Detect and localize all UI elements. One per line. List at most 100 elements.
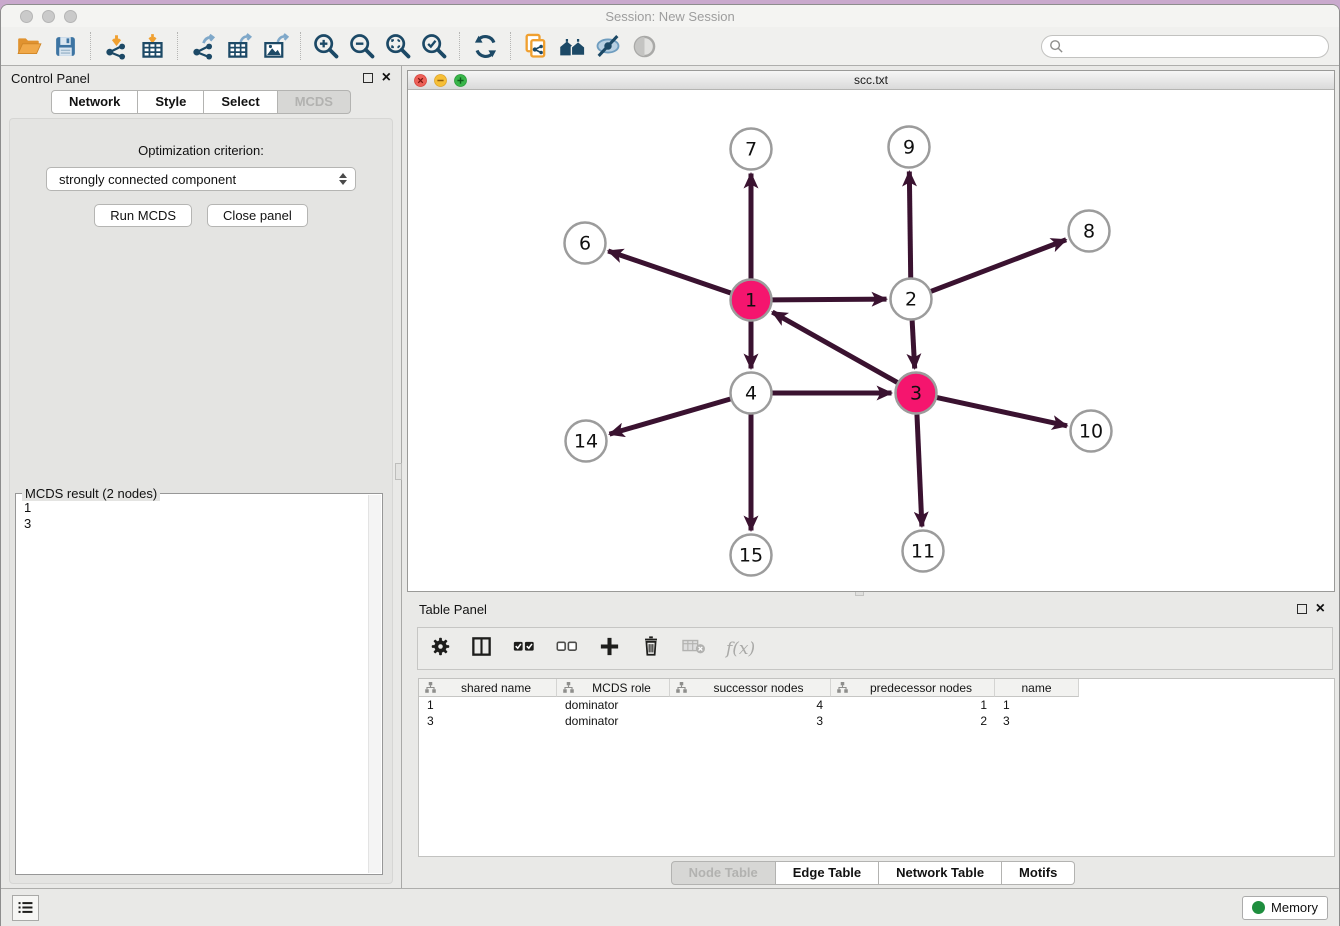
toolbar-separator: [510, 32, 511, 60]
tab-edge-table[interactable]: Edge Table: [776, 861, 879, 885]
table-panel: Table Panel ×: [407, 597, 1339, 888]
gear-icon: [430, 636, 451, 657]
import-table-icon: [139, 33, 166, 60]
zoom-selected-button[interactable]: [416, 30, 452, 62]
graph-edge-3-1[interactable]: [772, 312, 897, 382]
graph-node-label-8: 8: [1083, 221, 1095, 243]
title-bar: Session: New Session: [1, 5, 1339, 27]
float-panel-icon[interactable]: [363, 73, 373, 83]
toolbar-separator: [90, 32, 91, 60]
graph-edge-2-3[interactable]: [912, 320, 915, 368]
table-row[interactable]: 3 dominator 3 2 3: [419, 713, 1334, 729]
import-table-button[interactable]: [134, 30, 170, 62]
tab-select[interactable]: Select: [204, 90, 277, 114]
minimize-window-button[interactable]: [42, 10, 55, 23]
vertical-split-handle[interactable]: [395, 463, 402, 480]
export-network-icon: [190, 33, 217, 60]
export-table-button[interactable]: [221, 30, 257, 62]
cell-mcds-role: dominator: [557, 698, 670, 712]
graph-node-label-2: 2: [905, 289, 917, 311]
node-table: shared name MCDS role successor nodes pr…: [418, 678, 1335, 857]
open-session-button[interactable]: [11, 30, 47, 62]
export-image-button[interactable]: [257, 30, 293, 62]
save-icon: [53, 34, 78, 59]
zoom-fit-button[interactable]: [380, 30, 416, 62]
column-header-successor-nodes[interactable]: successor nodes: [670, 679, 831, 697]
graph-edge-3-11[interactable]: [917, 414, 922, 526]
tab-node-table[interactable]: Node Table: [671, 861, 776, 885]
maximize-view-button[interactable]: [454, 74, 467, 87]
table-options-button[interactable]: [430, 636, 451, 662]
control-panel-tabs: Network Style Select MCDS: [1, 90, 401, 114]
minimize-view-button[interactable]: [434, 74, 447, 87]
graph-node-label-7: 7: [745, 139, 757, 161]
close-window-button[interactable]: [20, 10, 33, 23]
cell-successor-nodes: 3: [670, 714, 831, 728]
window-controls: [20, 10, 77, 23]
select-all-icon: [512, 634, 536, 658]
node-table-header: shared name MCDS role successor nodes pr…: [419, 679, 1334, 697]
tab-mcds[interactable]: MCDS: [278, 90, 351, 114]
search-input[interactable]: [1069, 38, 1321, 55]
graph-edge-3-10[interactable]: [937, 398, 1067, 426]
select-all-button[interactable]: [512, 634, 536, 663]
graph-node-label-11: 11: [911, 541, 935, 563]
columns-icon: [470, 635, 493, 658]
run-mcds-button[interactable]: Run MCDS: [94, 204, 192, 227]
zoom-in-button[interactable]: [308, 30, 344, 62]
deselect-all-button[interactable]: [555, 634, 579, 663]
close-view-button[interactable]: [414, 74, 427, 87]
save-session-button[interactable]: [47, 30, 83, 62]
show-columns-button[interactable]: [470, 635, 493, 663]
cell-successor-nodes: 4: [670, 698, 831, 712]
column-header-mcds-role[interactable]: MCDS role: [557, 679, 670, 697]
plus-icon: [598, 635, 621, 658]
tab-network-table[interactable]: Network Table: [879, 861, 1002, 885]
close-table-panel-icon[interactable]: ×: [1316, 602, 1325, 616]
tab-motifs[interactable]: Motifs: [1002, 861, 1075, 885]
graph-edge-4-14[interactable]: [610, 399, 731, 434]
float-table-panel-icon[interactable]: [1297, 604, 1307, 614]
tree-icon: [837, 682, 848, 693]
add-row-button[interactable]: [598, 635, 621, 663]
column-header-shared-name[interactable]: shared name: [419, 679, 557, 697]
network-window-titlebar: scc.txt: [408, 71, 1334, 90]
column-header-name[interactable]: name: [995, 679, 1079, 697]
zoom-selected-icon: [420, 32, 448, 60]
network-window-title: scc.txt: [408, 71, 1334, 90]
hide-selected-button[interactable]: [590, 30, 626, 62]
apply-layout-button[interactable]: [467, 30, 503, 62]
table-row[interactable]: 1 dominator 4 1 1: [419, 697, 1334, 713]
graph-node-label-14: 14: [574, 431, 598, 453]
graph-node-label-15: 15: [739, 545, 763, 567]
status-bar: Memory: [1, 888, 1339, 926]
result-scrollbar[interactable]: [368, 495, 381, 873]
delete-column-button[interactable]: [681, 635, 707, 662]
optimization-criterion-value: strongly connected component: [59, 172, 339, 187]
graph-edge-2-8[interactable]: [931, 240, 1066, 292]
import-network-button[interactable]: [98, 30, 134, 62]
column-header-predecessor-nodes[interactable]: predecessor nodes: [831, 679, 995, 697]
duplicate-network-button[interactable]: [518, 30, 554, 62]
apply-function-button[interactable]: f(x): [726, 639, 755, 659]
close-panel-icon[interactable]: ×: [382, 71, 391, 85]
show-all-button[interactable]: [626, 30, 662, 62]
export-table-icon: [226, 33, 253, 60]
reset-views-button[interactable]: [554, 30, 590, 62]
tab-network[interactable]: Network: [51, 90, 138, 114]
memory-button[interactable]: Memory: [1242, 896, 1328, 920]
export-network-button[interactable]: [185, 30, 221, 62]
delete-row-button[interactable]: [640, 635, 662, 662]
close-panel-button[interactable]: Close panel: [207, 204, 308, 227]
graph-edge-1-2[interactable]: [772, 299, 886, 300]
graph-node-label-10: 10: [1079, 421, 1103, 443]
optimization-criterion-select[interactable]: strongly connected component: [46, 167, 356, 191]
graph-node-label-3: 3: [910, 383, 922, 405]
maximize-window-button[interactable]: [64, 10, 77, 23]
task-history-button[interactable]: [12, 895, 39, 921]
graph-edge-2-9[interactable]: [909, 171, 910, 277]
network-canvas[interactable]: 1234678910111415: [408, 90, 1334, 591]
graph-edge-1-6[interactable]: [608, 251, 730, 293]
zoom-out-button[interactable]: [344, 30, 380, 62]
tab-style[interactable]: Style: [138, 90, 204, 114]
